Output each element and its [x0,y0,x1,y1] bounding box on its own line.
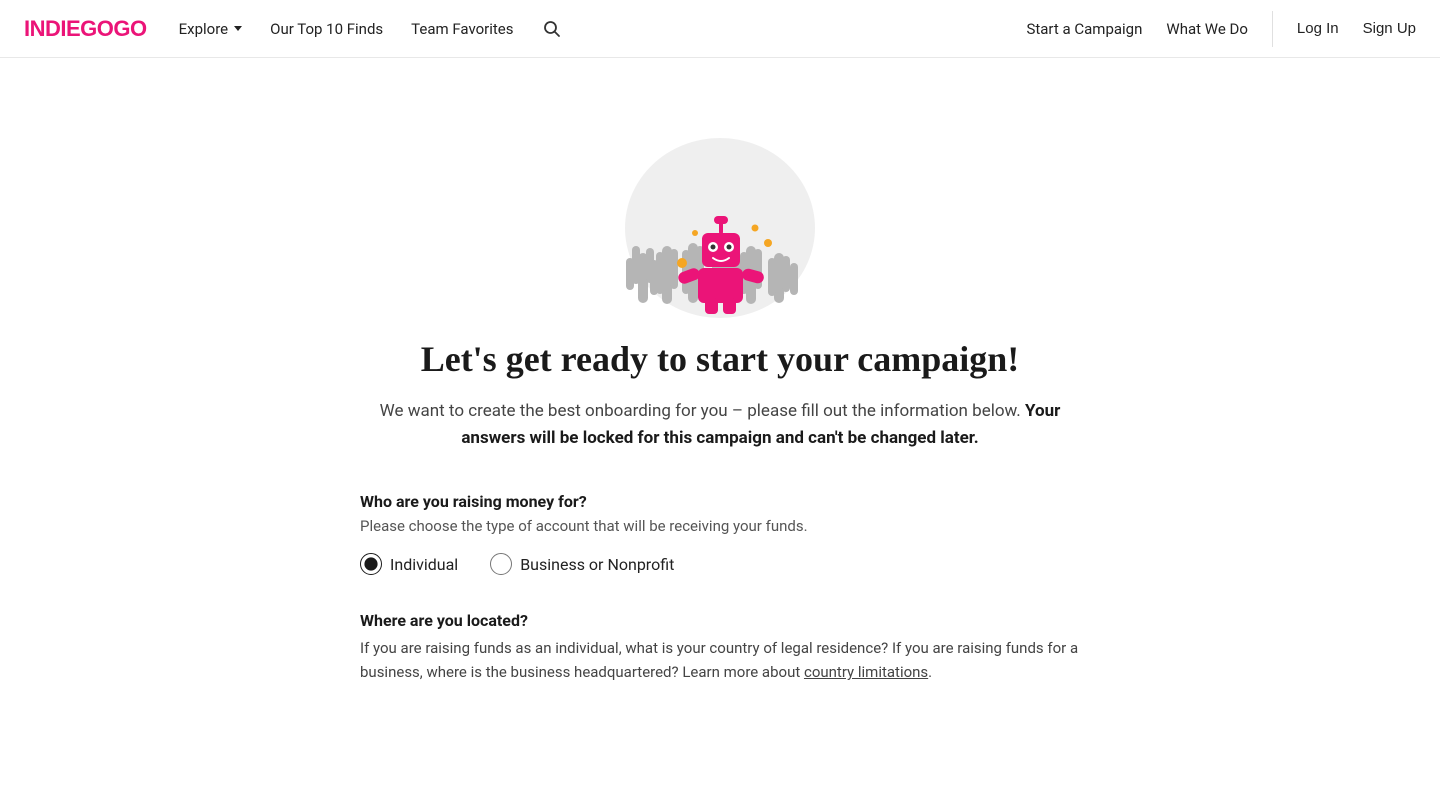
signup-button[interactable]: Sign Up [1363,20,1416,37]
nav-divider [1272,11,1273,47]
radio-business-label: Business or Nonprofit [520,555,674,574]
radio-business[interactable] [490,553,512,575]
main-content: Let's get ready to start your campaign! … [0,58,1440,744]
radio-individual-label: Individual [390,555,458,574]
question1-label: Who are you raising money for? [360,492,1080,511]
nav-what-we-do[interactable]: What We Do [1166,20,1248,38]
nav-start-campaign[interactable]: Start a Campaign [1026,20,1142,38]
question-location: Where are you located? If you are raisin… [360,611,1080,684]
page-title: Let's get ready to start your campaign! [421,338,1020,380]
country-limitations-link[interactable]: country limitations [804,663,928,681]
nav-right: Start a Campaign What We Do Log In Sign … [1026,11,1416,47]
question1-hint: Please choose the type of account that w… [360,517,1080,535]
location-text-start: If you are raising funds as an individua… [360,639,1078,681]
hero-illustration [570,98,870,318]
question-who: Who are you raising money for? Please ch… [360,492,1080,575]
radio-group-account-type: Individual Business or Nonprofit [360,553,1080,575]
radio-business-option[interactable]: Business or Nonprofit [490,553,674,575]
chevron-down-icon [234,26,242,31]
subtitle-start: We want to create the best onboarding fo… [380,401,1025,421]
location-text-end: . [928,663,932,681]
hero-subtitle: We want to create the best onboarding fo… [370,398,1070,452]
navbar: INDIEGOGO Explore Our Top 10 Finds Team … [0,0,1440,58]
nav-top10[interactable]: Our Top 10 Finds [270,20,383,38]
campaign-form: Who are you raising money for? Please ch… [360,492,1080,684]
radio-individual[interactable] [360,553,382,575]
question2-label: Where are you located? [360,611,1080,630]
nav-team-favorites[interactable]: Team Favorites [411,20,513,38]
logo[interactable]: INDIEGOGO [24,16,147,42]
radio-individual-option[interactable]: Individual [360,553,458,575]
search-icon [542,19,562,39]
nav-left: Explore Our Top 10 Finds Team Favorites [179,19,1027,39]
search-button[interactable] [542,19,562,39]
question2-text: If you are raising funds as an individua… [360,636,1080,684]
login-button[interactable]: Log In [1297,20,1339,37]
nav-explore[interactable]: Explore [179,20,243,38]
